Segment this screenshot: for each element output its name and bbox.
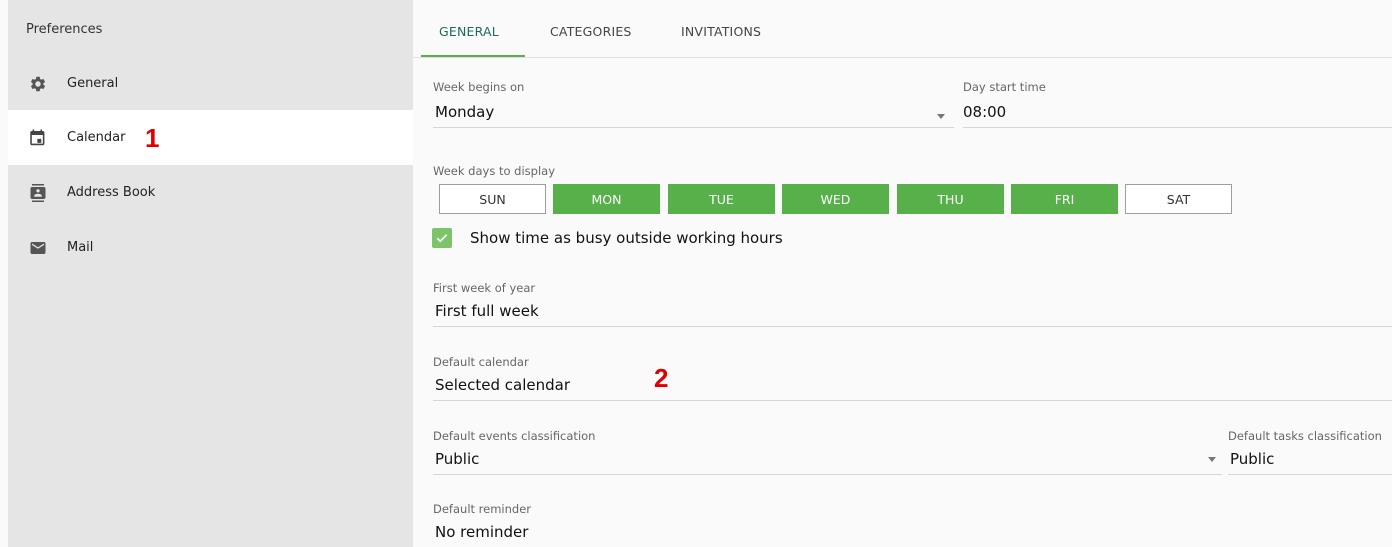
day-toggle-thu[interactable]: THU [897, 184, 1004, 214]
sidebar-title: Preferences [26, 22, 103, 37]
calendar-icon [28, 128, 48, 148]
day-toggle-tue[interactable]: TUE [668, 184, 775, 214]
sidebar-item-mail[interactable]: Mail [8, 220, 413, 275]
field-underline [433, 127, 954, 128]
tab-invitations[interactable]: INVITATIONS [681, 24, 761, 39]
week-begins-label: Week begins on [433, 80, 525, 94]
active-tab-indicator [421, 55, 525, 57]
busy-outside-checkbox[interactable] [432, 228, 452, 248]
preferences-main: GENERAL CATEGORIES INVITATIONS Week begi… [413, 0, 1392, 547]
tab-general[interactable]: GENERAL [439, 24, 499, 39]
checkmark-icon [436, 234, 448, 243]
default-calendar-value: Selected calendar [435, 376, 571, 394]
sidebar-item-label: Mail [67, 240, 94, 255]
day-toggle-mon[interactable]: MON [553, 184, 660, 214]
sidebar-item-calendar[interactable]: Calendar 1 [8, 110, 413, 165]
field-underline [433, 474, 1222, 475]
field-underline [433, 326, 1392, 327]
events-classification-label: Default events classification [433, 429, 596, 443]
events-classification-value: Public [435, 450, 480, 468]
day-start-value: 08:00 [963, 103, 1007, 121]
week-begins-value: Monday [435, 103, 495, 121]
preferences-sidebar: Preferences General Calendar 1 Address B… [8, 0, 413, 547]
annotation-marker: 1 [145, 123, 160, 153]
tasks-classification-value: Public [1230, 450, 1275, 468]
annotation-marker: 2 [654, 363, 669, 393]
busy-outside-label: Show time as busy outside working hours [470, 229, 783, 247]
tab-categories[interactable]: CATEGORIES [550, 24, 632, 39]
field-underline [1228, 474, 1392, 475]
gear-icon [28, 74, 48, 94]
field-underline [963, 127, 1392, 128]
tab-bar: GENERAL CATEGORIES INVITATIONS [413, 0, 1392, 58]
default-calendar-label: Default calendar [433, 355, 529, 369]
week-days-label: Week days to display [433, 164, 555, 178]
tasks-classification-label: Default tasks classification [1228, 429, 1382, 443]
mail-icon [28, 238, 48, 258]
default-reminder-label: Default reminder [433, 502, 532, 516]
day-toggle-wed[interactable]: WED [782, 184, 889, 214]
field-underline [433, 400, 1392, 401]
sidebar-item-general[interactable]: General [8, 56, 413, 111]
chevron-down-icon [937, 114, 945, 119]
first-week-value: First full week [435, 302, 539, 320]
day-toggle-sun[interactable]: SUN [439, 184, 546, 214]
first-week-label: First week of year [433, 281, 536, 295]
default-reminder-value: No reminder [435, 523, 529, 541]
address-book-icon [28, 183, 48, 203]
day-toggle-fri[interactable]: FRI [1011, 184, 1118, 214]
sidebar-item-label: General [67, 76, 119, 91]
sidebar-item-address-book[interactable]: Address Book [8, 165, 413, 220]
sidebar-item-label: Address Book [67, 185, 156, 200]
sidebar-item-label: Calendar [67, 130, 126, 145]
day-toggle-sat[interactable]: SAT [1125, 184, 1232, 214]
day-start-label: Day start time [963, 80, 1046, 94]
chevron-down-icon [1208, 457, 1216, 462]
